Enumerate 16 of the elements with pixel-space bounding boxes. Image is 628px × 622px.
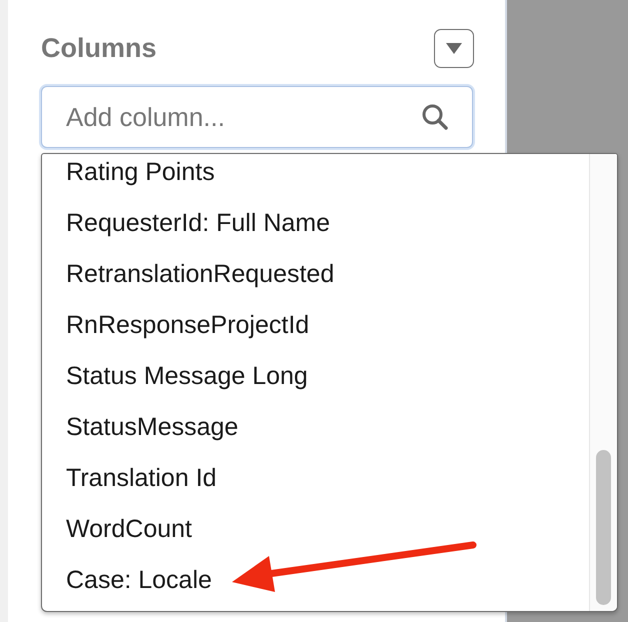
scrollbar-thumb[interactable] [596,450,611,605]
search-icon [422,104,448,130]
collapse-button[interactable] [434,29,474,68]
search-field[interactable]: Add column... [41,86,473,148]
dropdown-option[interactable]: Status Message Long [42,351,589,402]
dropdown-option[interactable]: StatusMessage [42,402,589,453]
dropdown-option[interactable]: RequesterId: Full Name [42,198,589,249]
dropdown-option[interactable]: WordCount [42,504,589,555]
section-title: Columns [41,33,157,64]
dropdown-option[interactable]: Case: Locale [42,555,589,606]
dropdown-option[interactable]: RetranslationRequested [42,249,589,300]
scrollbar-track[interactable] [589,154,617,611]
dropdown-option[interactable]: Translation Id [42,453,589,504]
dropdown-option[interactable]: RnResponseProjectId [42,300,589,351]
dropdown-option[interactable]: Rating Points [42,154,589,198]
caret-icon [446,43,462,54]
